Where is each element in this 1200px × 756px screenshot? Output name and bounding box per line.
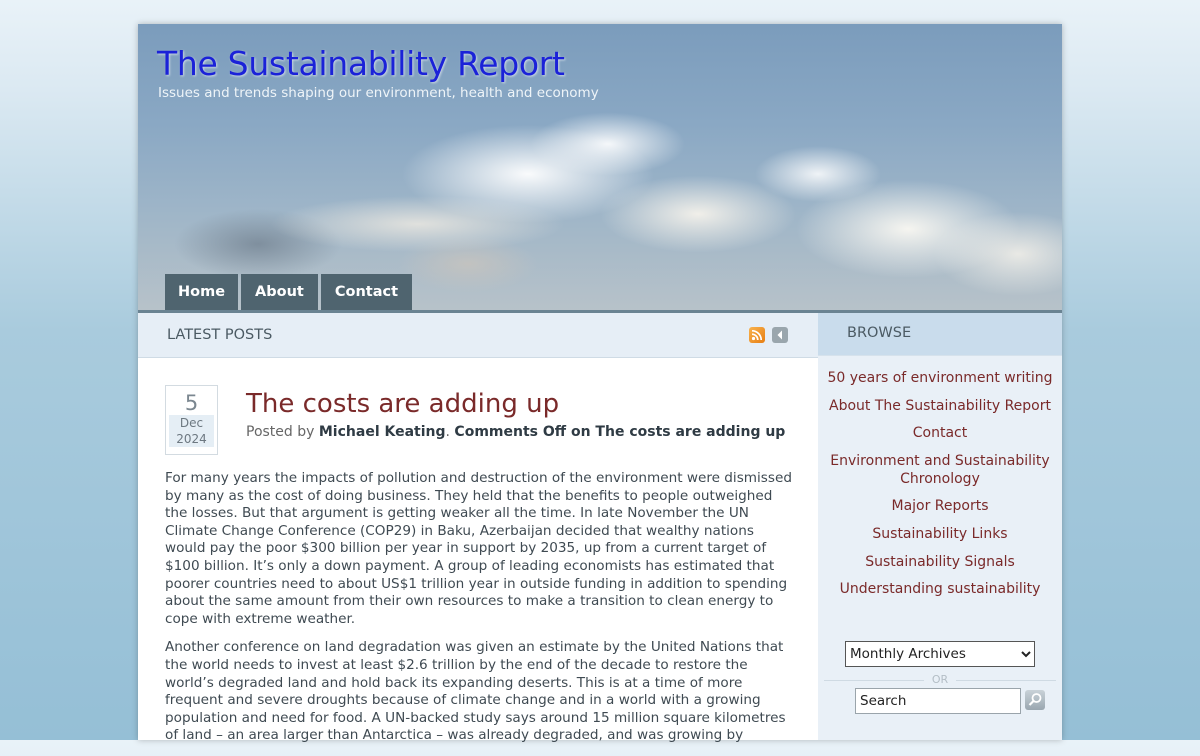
rss-icon-glyph bbox=[751, 329, 763, 341]
browse-link-sustainability-links[interactable]: Sustainability Links bbox=[818, 525, 1062, 543]
main-content: LATEST POSTS 5 Dec 2024 The costs are ad… bbox=[138, 313, 818, 743]
nav-contact[interactable]: Contact bbox=[320, 274, 413, 310]
search-input[interactable] bbox=[855, 688, 1021, 714]
page-container: The Sustainability Report Issues and tre… bbox=[138, 24, 1062, 743]
post-date-badge: 5 Dec 2024 bbox=[165, 385, 218, 455]
site-header: The Sustainability Report Issues and tre… bbox=[138, 24, 1062, 310]
search-icon-glyph bbox=[1028, 693, 1042, 706]
post-paragraph: Another conference on land degradation w… bbox=[165, 639, 786, 744]
post-paragraph: For many years the impacts of pollution … bbox=[165, 470, 792, 627]
main-nav: Home About Contact bbox=[165, 274, 413, 310]
site-tagline: Issues and trends shaping our environmen… bbox=[158, 85, 599, 101]
chevron-left-glyph bbox=[777, 330, 782, 340]
or-divider: OR bbox=[824, 674, 1056, 686]
nav-about[interactable]: About bbox=[241, 274, 318, 310]
post-comments-status: Comments Off on The costs are adding up bbox=[454, 424, 786, 440]
post-meta-prefix: Posted by bbox=[246, 424, 315, 440]
browse-link-chronology[interactable]: Environment and Sustainability Chronolog… bbox=[818, 452, 1062, 488]
or-label: OR bbox=[924, 674, 956, 686]
post-date-day: 5 bbox=[184, 391, 199, 415]
post-meta: Posted by Michael Keating. Comments Off … bbox=[246, 424, 786, 440]
post-date-year: 2024 bbox=[169, 431, 214, 447]
browse-heading: BROWSE bbox=[847, 325, 912, 341]
browse-links: 50 years of environment writing About Th… bbox=[818, 369, 1062, 608]
browse-link-50-years[interactable]: 50 years of environment writing bbox=[818, 369, 1062, 387]
browse-link-sustainability-signals[interactable]: Sustainability Signals bbox=[818, 553, 1062, 571]
browse-link-understanding[interactable]: Understanding sustainability bbox=[818, 580, 1062, 598]
browse-link-major-reports[interactable]: Major Reports bbox=[818, 497, 1062, 515]
nav-home[interactable]: Home bbox=[165, 274, 239, 310]
monthly-archives-select[interactable]: Monthly Archives bbox=[845, 641, 1035, 667]
latest-posts-bar: LATEST POSTS bbox=[138, 313, 818, 358]
browse-link-contact[interactable]: Contact bbox=[818, 424, 1062, 442]
rss-icon[interactable] bbox=[749, 327, 765, 343]
search-icon[interactable] bbox=[1025, 690, 1045, 710]
sidebar: BROWSE 50 years of environment writing A… bbox=[818, 313, 1062, 740]
post-title[interactable]: The costs are adding up bbox=[246, 389, 559, 419]
post-author-link[interactable]: Michael Keating bbox=[319, 424, 446, 440]
chevron-left-icon[interactable] bbox=[772, 327, 788, 343]
latest-posts-heading: LATEST POSTS bbox=[167, 327, 273, 343]
browse-link-about[interactable]: About The Sustainability Report bbox=[818, 397, 1062, 415]
post-body: For many years the impacts of pollution … bbox=[165, 470, 795, 756]
post-date-month: Dec bbox=[169, 415, 214, 431]
site-title[interactable]: The Sustainability Report bbox=[157, 44, 565, 83]
browse-bar: BROWSE bbox=[818, 313, 1062, 356]
